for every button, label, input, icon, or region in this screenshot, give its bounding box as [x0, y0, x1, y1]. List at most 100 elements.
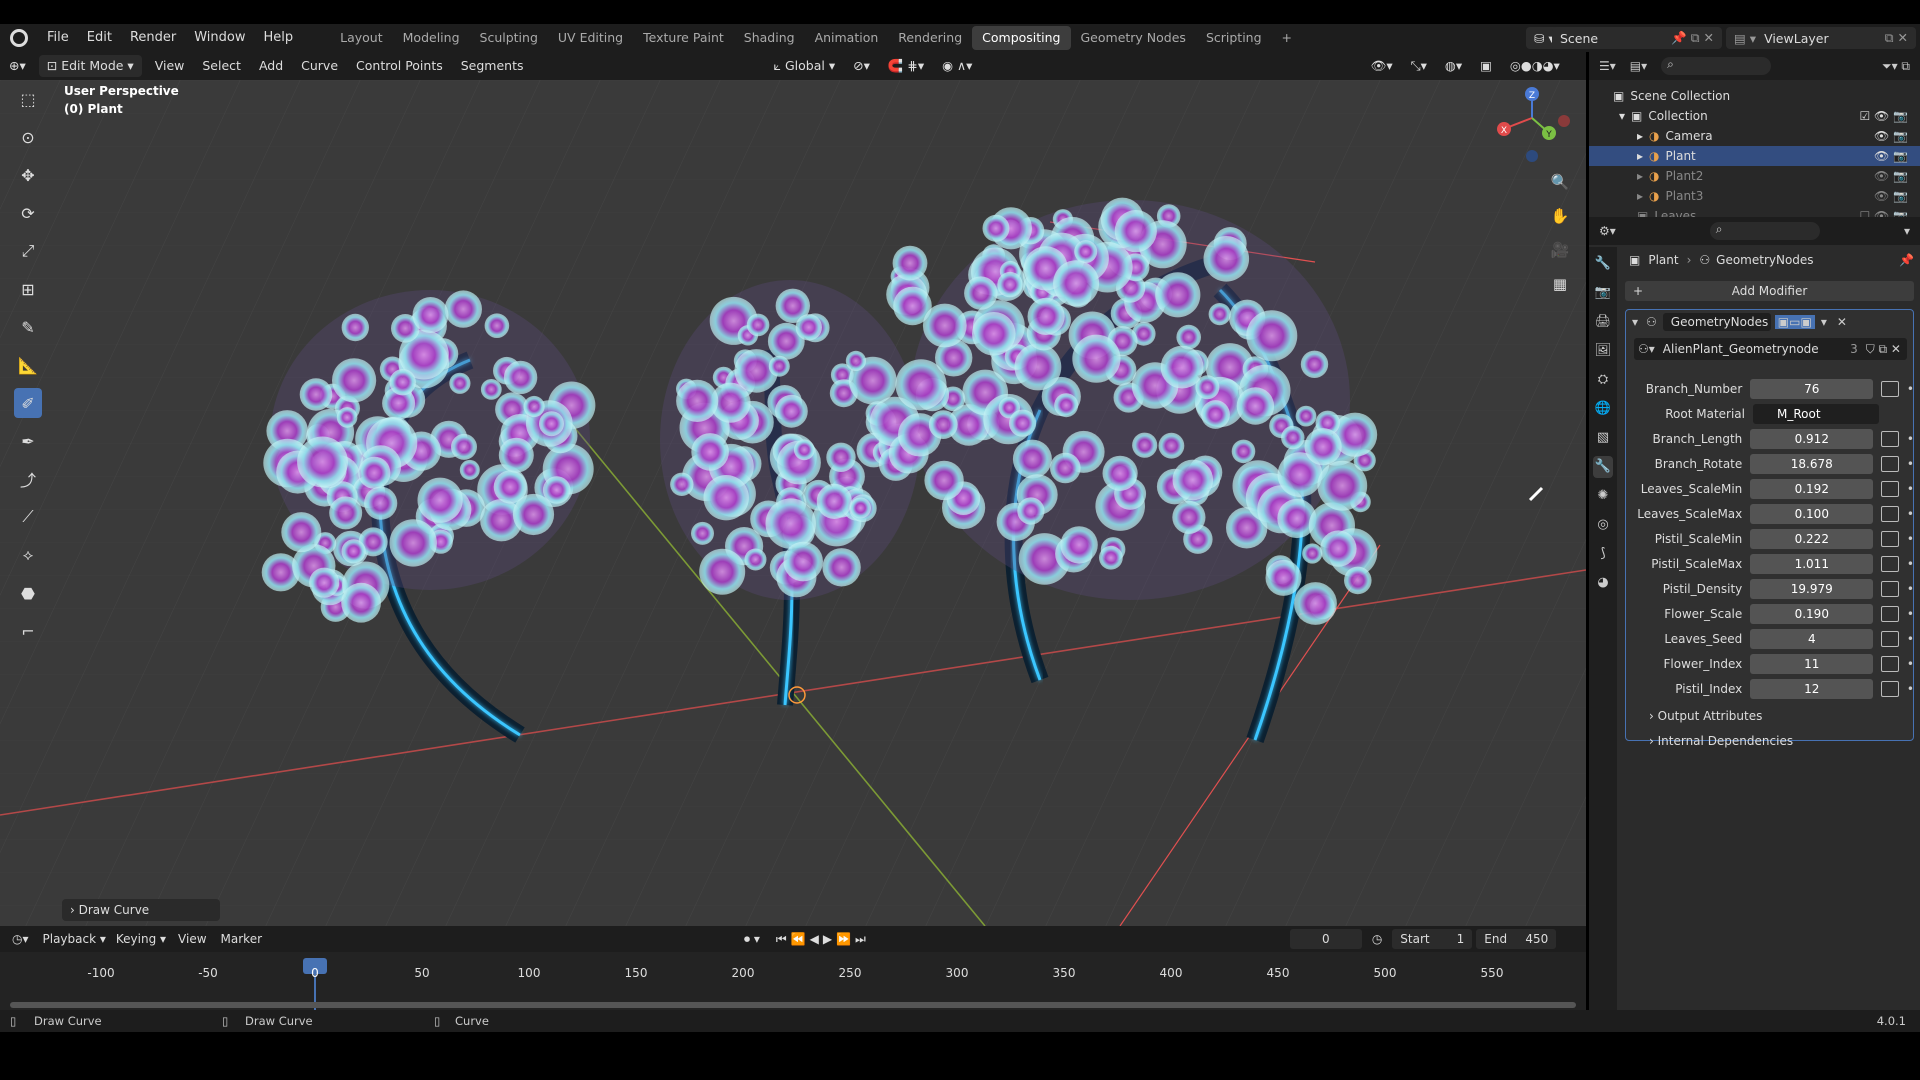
- input-value-field[interactable]: 0.190: [1750, 603, 1874, 624]
- select-box-icon[interactable]: ⬚: [14, 84, 42, 114]
- tab-sculpting[interactable]: Sculpting: [470, 26, 548, 50]
- keying-menu[interactable]: Keying ▾: [116, 932, 166, 946]
- input-attribute-toggle-icon[interactable]: [1881, 530, 1899, 547]
- outliner-item[interactable]: ▸ ◑ Camera 👁 📷: [1589, 126, 1920, 146]
- item-visibility-icon[interactable]: 👁 📷: [1874, 149, 1908, 163]
- playback-menu[interactable]: Playback ▾: [43, 932, 106, 946]
- input-value-field[interactable]: 1.011: [1750, 553, 1874, 574]
- outliner-editor-icon[interactable]: ☰▾: [1599, 59, 1616, 73]
- cursor-icon[interactable]: ⊙: [14, 122, 42, 152]
- keyframe-dot-icon[interactable]: •: [1907, 482, 1914, 496]
- input-attribute-toggle-icon[interactable]: [1881, 580, 1899, 597]
- output-attributes-panel[interactable]: › Output Attributes: [1649, 709, 1762, 723]
- tab-compositing[interactable]: Compositing: [972, 26, 1071, 50]
- add-workspace-icon[interactable]: +: [1272, 26, 1302, 50]
- end-frame-field[interactable]: End 450: [1476, 929, 1557, 949]
- visibility-icon[interactable]: 👁▾: [1361, 55, 1401, 77]
- physics-tab-icon[interactable]: ◎: [1593, 514, 1613, 536]
- randomize-icon[interactable]: ⬣: [14, 578, 42, 608]
- tab-animation[interactable]: Animation: [805, 26, 889, 50]
- modifier-tab-icon[interactable]: 🔧: [1593, 456, 1613, 478]
- menu-select[interactable]: Select: [193, 55, 250, 77]
- menu-add[interactable]: Add: [250, 55, 292, 77]
- chevron-right-icon[interactable]: ▸: [1637, 169, 1643, 183]
- draw-curve-icon[interactable]: ✐: [14, 388, 42, 418]
- gizmo-icon[interactable]: ⤡▾: [1402, 55, 1436, 77]
- node-group-selector[interactable]: ⚇▾ AlienPlant_Geometrynode 3 ⛉ ⧉ ✕: [1634, 338, 1907, 360]
- internal-dependencies-panel[interactable]: › Internal Dependencies: [1649, 734, 1793, 748]
- chevron-down-icon[interactable]: ▾: [1619, 109, 1625, 123]
- outliner-search-icon[interactable]: ⌕: [1661, 57, 1772, 75]
- curve-extrude-icon[interactable]: ⤴: [14, 464, 42, 494]
- chevron-right-icon[interactable]: ▸: [1637, 129, 1643, 143]
- collection-visibility-icon[interactable]: ☑ 👁 📷: [1859, 109, 1908, 123]
- tilt-icon[interactable]: ⟋: [14, 502, 42, 532]
- tab-layout[interactable]: Layout: [330, 26, 393, 50]
- menu-view[interactable]: View: [146, 55, 194, 77]
- output-tab-icon[interactable]: 🖨: [1593, 311, 1613, 333]
- input-value-field[interactable]: 11: [1750, 653, 1874, 674]
- chevron-right-icon[interactable]: ▸: [1637, 149, 1643, 163]
- xray-icon[interactable]: ▣: [1471, 55, 1501, 77]
- input-value-field[interactable]: 0.192: [1750, 478, 1874, 499]
- keyframe-dot-icon[interactable]: •: [1907, 532, 1914, 546]
- fake-user-icon[interactable]: ⛉ ⧉ ✕: [1866, 342, 1901, 357]
- tab-geometry-nodes[interactable]: Geometry Nodes: [1071, 26, 1196, 50]
- record-icon[interactable]: ⏺ ▾: [744, 932, 760, 947]
- transform-orientation-dropdown[interactable]: ⟀ Global ▾: [765, 55, 845, 77]
- input-attribute-toggle-icon[interactable]: [1881, 680, 1899, 697]
- tab-rendering[interactable]: Rendering: [888, 26, 972, 50]
- pin-icon[interactable]: 📌 ⧉ ✕: [1671, 30, 1714, 46]
- outliner-item[interactable]: ▸ ◑ Plant3 👁 📷: [1589, 186, 1920, 206]
- tool-tab-icon[interactable]: 🔧: [1593, 253, 1613, 275]
- view-layer-tab-icon[interactable]: 🖼: [1593, 340, 1613, 362]
- keyframe-dot-icon[interactable]: •: [1907, 507, 1914, 521]
- keyframe-dot-icon[interactable]: •: [1907, 557, 1914, 571]
- close-icon[interactable]: ✕: [1837, 315, 1847, 329]
- input-value-field[interactable]: M_Root: [1753, 403, 1879, 424]
- input-attribute-toggle-icon[interactable]: [1881, 655, 1899, 672]
- menu-file[interactable]: File: [38, 24, 78, 52]
- rotate-icon[interactable]: ⟳: [14, 198, 42, 228]
- clock-icon[interactable]: ◷: [1372, 932, 1382, 946]
- node-tree-icon[interactable]: ⚇▾: [1638, 342, 1655, 356]
- keyframe-dot-icon[interactable]: •: [1907, 432, 1914, 446]
- pan-hand-icon[interactable]: ✋: [1548, 204, 1572, 228]
- render-tab-icon[interactable]: 📷: [1593, 282, 1613, 304]
- blender-logo-icon[interactable]: [10, 29, 28, 47]
- menu-render[interactable]: Render: [121, 24, 185, 52]
- keyframe-dot-icon[interactable]: •: [1907, 657, 1914, 671]
- pin-icon[interactable]: 📌: [1899, 253, 1914, 267]
- keyframe-dot-icon[interactable]: •: [1907, 632, 1914, 646]
- scene-tab-icon[interactable]: ⛭: [1593, 369, 1613, 391]
- new-view-layer-icon[interactable]: ⧉ ✕: [1885, 30, 1908, 46]
- view-layer-selector[interactable]: ▤ ▾ ViewLayer ⧉ ✕: [1726, 27, 1916, 49]
- modifier-menu-icon[interactable]: ▾: [1821, 315, 1827, 329]
- current-frame-field[interactable]: 0: [1289, 929, 1362, 949]
- input-attribute-toggle-icon[interactable]: [1881, 455, 1899, 472]
- input-value-field[interactable]: 12: [1750, 678, 1874, 699]
- radius-icon[interactable]: ⟡: [14, 540, 42, 570]
- keyframe-dot-icon[interactable]: •: [1907, 457, 1914, 471]
- keyframe-dot-icon[interactable]: •: [1907, 382, 1914, 396]
- marker-menu[interactable]: Marker: [221, 932, 262, 946]
- item-visibility-icon[interactable]: 👁 📷: [1874, 129, 1908, 143]
- input-attribute-toggle-icon[interactable]: [1881, 605, 1899, 622]
- object-tab-icon[interactable]: ▧: [1593, 427, 1613, 449]
- input-value-field[interactable]: 0.222: [1750, 528, 1874, 549]
- redo-panel[interactable]: › Draw Curve: [62, 899, 220, 921]
- input-value-field[interactable]: 0.912: [1750, 428, 1874, 449]
- collection-row[interactable]: ▾ ▣ Collection ☑ 👁 📷: [1589, 106, 1920, 126]
- tab-scripting[interactable]: Scripting: [1196, 26, 1272, 50]
- keyframe-dot-icon[interactable]: •: [1907, 582, 1914, 596]
- tab-shading[interactable]: Shading: [734, 26, 805, 50]
- scene-collection-row[interactable]: ▣ Scene Collection: [1589, 86, 1920, 106]
- edit-mode-toggle-icon[interactable]: ▣▭▣: [1774, 315, 1815, 329]
- playback-controls-icon[interactable]: ⏮⏪◀▶⏩⏭: [776, 932, 870, 947]
- input-attribute-toggle-icon[interactable]: [1881, 555, 1899, 572]
- transform-icon[interactable]: ⊞: [14, 274, 42, 304]
- chevron-right-icon[interactable]: ▸: [1637, 189, 1643, 203]
- chevron-down-icon[interactable]: ▾: [1904, 224, 1910, 238]
- particles-tab-icon[interactable]: ✺: [1593, 485, 1613, 507]
- measure-icon[interactable]: 📐: [14, 350, 42, 380]
